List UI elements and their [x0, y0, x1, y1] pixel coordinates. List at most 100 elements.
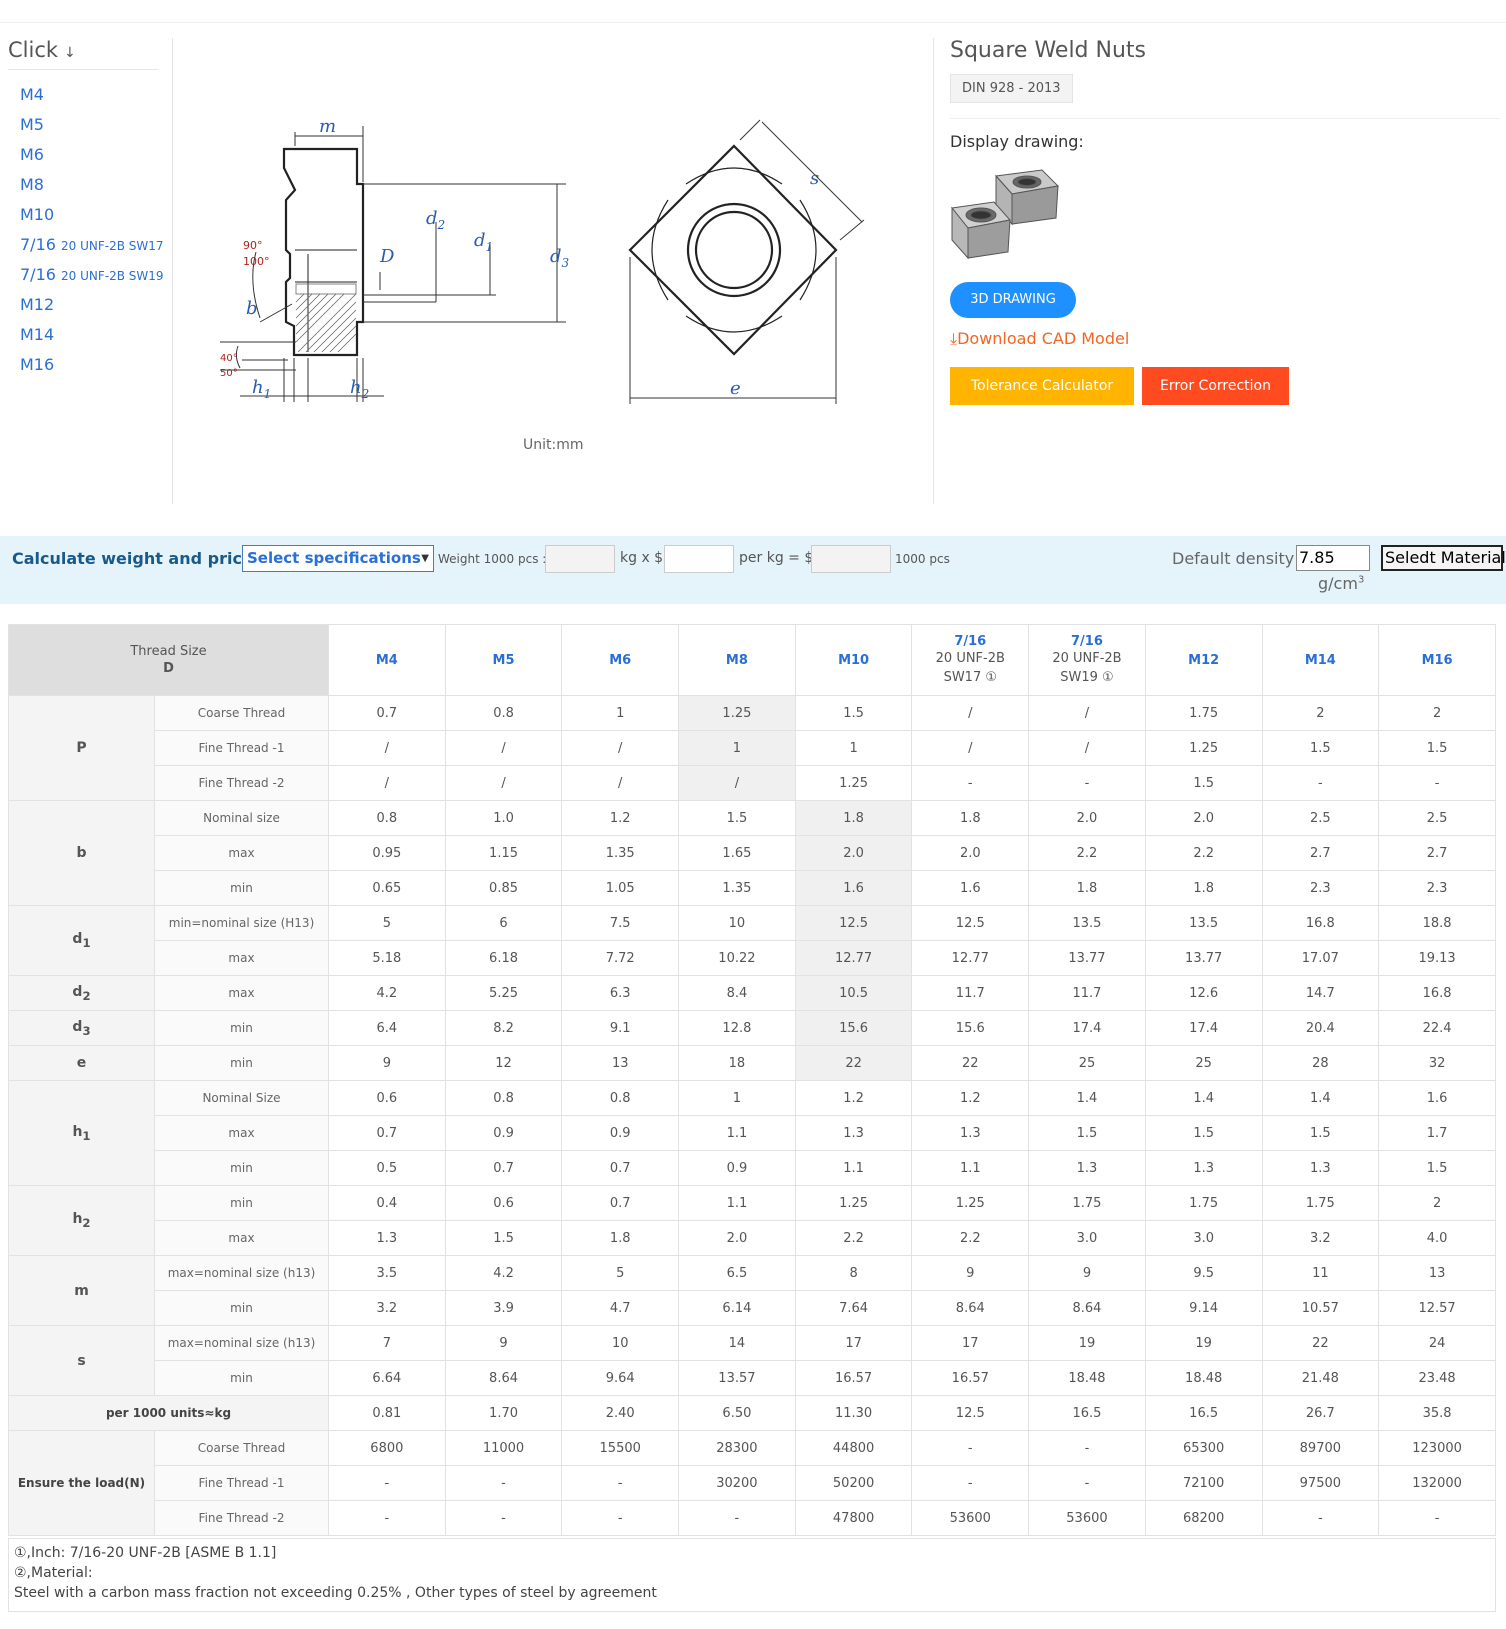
product-title: Square Weld Nuts	[950, 38, 1147, 63]
value-cell: 1.5	[1378, 730, 1496, 766]
value-cell: -	[678, 1500, 796, 1536]
row-label: Fine Thread -2	[154, 1500, 329, 1536]
value-cell: 3.2	[328, 1290, 446, 1326]
value-cell: 7.72	[561, 940, 680, 976]
value-cell: 1.8	[1144, 870, 1263, 906]
row-label: min	[154, 1360, 329, 1396]
column-header: M4	[328, 624, 446, 696]
value-cell: 1.5	[794, 695, 913, 731]
value-cell: 0.6	[328, 1080, 446, 1116]
row-label: min=nominal size (H13)	[154, 905, 329, 941]
parameter-label: d	[72, 983, 83, 1000]
value-cell: 123000	[1378, 1430, 1496, 1466]
value-cell: 12.57	[1378, 1290, 1496, 1326]
value-cell: 11.30	[794, 1395, 913, 1431]
value-cell: 16.57	[911, 1360, 1030, 1396]
value-cell: 14.7	[1261, 975, 1380, 1011]
parameter-subscript: 2	[82, 1215, 91, 1230]
value-cell: 0.8	[328, 800, 446, 836]
sidebar-item-size[interactable]: M6	[8, 140, 158, 170]
row-label: max	[154, 975, 329, 1011]
select-material-button[interactable]: Seledt Material	[1381, 545, 1506, 571]
specification-select[interactable]: Select specifications ▼	[242, 545, 434, 572]
calculator-title: Calculate weight and price.	[12, 549, 259, 568]
row-label: max=nominal size (h13)	[154, 1255, 329, 1291]
weight-input[interactable]	[545, 545, 615, 573]
total-price-input[interactable]	[811, 545, 891, 573]
value-cell: 1.7	[1378, 1115, 1496, 1151]
value-cell: 132000	[1378, 1465, 1496, 1501]
weld-nut-image[interactable]	[950, 168, 1060, 264]
value-cell: 13.5	[1028, 905, 1146, 941]
value-cell: 2	[1378, 695, 1496, 731]
value-cell: 18.48	[1028, 1360, 1146, 1396]
value-cell: 0.6	[444, 1185, 563, 1221]
table-row: min 3.2 3.9 4.7 6.14 7.64 8.64 8.64 9.14 10.57 12.…	[9, 1290, 1496, 1326]
value-cell: 1.2	[561, 800, 680, 836]
parameter-subscript: 3	[82, 1023, 91, 1038]
value-cell: 89700	[1261, 1430, 1380, 1466]
value-cell: 1.3	[911, 1115, 1030, 1151]
kg-label: kg x $	[620, 550, 664, 566]
value-cell: 0.7	[444, 1150, 563, 1186]
value-cell: 10	[561, 1325, 680, 1361]
label-d2: d2	[426, 208, 445, 232]
value-cell: -	[444, 1500, 563, 1536]
download-cad-link[interactable]: ⤓Download CAD Model	[950, 329, 1129, 349]
column-header-sublabel: SW17 ①	[943, 669, 997, 685]
row-label: Nominal Size	[154, 1080, 329, 1116]
tolerance-calculator-button[interactable]: Tolerance Calculator	[950, 367, 1134, 405]
sidebar-item-size[interactable]: M8	[8, 170, 158, 200]
value-cell: 1.75	[1261, 1185, 1380, 1221]
value-cell: 9	[1028, 1255, 1146, 1291]
label-h1-main: h	[252, 377, 264, 398]
value-cell: 1.65	[678, 835, 796, 871]
value-cell: 6.3	[561, 975, 680, 1011]
value-cell: 1.5	[1144, 765, 1263, 801]
value-cell: 6.5	[678, 1255, 796, 1291]
column-header: 7/16 20 UNF-2B SW19 ①	[1028, 624, 1146, 696]
density-input[interactable]: 7.85	[1296, 545, 1370, 571]
value-cell: 18	[678, 1045, 796, 1081]
value-cell: 65300	[1144, 1430, 1263, 1466]
sidebar-item-size[interactable]: M14	[8, 320, 158, 350]
value-cell: 9.1	[561, 1010, 680, 1046]
3d-drawing-button[interactable]: 3D DRAWING	[950, 282, 1076, 318]
sidebar-item-size[interactable]: M16	[8, 350, 158, 380]
sidebar-item-size[interactable]: 7/16 20 UNF-2B SW19	[8, 260, 164, 290]
parameter-label: h	[72, 1211, 83, 1228]
value-cell: 7.5	[561, 905, 680, 941]
sidebar-item-size[interactable]: M4	[8, 80, 158, 110]
value-cell: 15.6	[794, 1010, 913, 1046]
sidebar-item-size[interactable]: 7/16 20 UNF-2B SW17	[8, 230, 164, 260]
column-header-label: M10	[838, 652, 870, 668]
error-correction-button[interactable]: Error Correction	[1142, 367, 1289, 405]
value-cell: -	[328, 1500, 446, 1536]
value-cell: 2.5	[1378, 800, 1496, 836]
note-line: ②,Material:	[14, 1565, 93, 1581]
value-cell: 1.3	[1144, 1150, 1263, 1186]
value-cell: 2.0	[1144, 800, 1263, 836]
column-header-label: M4	[375, 652, 398, 668]
value-cell: 6.14	[678, 1290, 796, 1326]
value-cell: 1.1	[678, 1115, 796, 1151]
value-cell: 12.6	[1144, 975, 1263, 1011]
value-cell: 1.8	[794, 800, 913, 836]
table-row: h2 min 0.4 0.6 0.7 1.1 1.25 1.25 1.75 1.75 1.75 2	[8, 1185, 1496, 1256]
table-row: Fine Thread -2// //1.25- -1.5- -	[9, 765, 1496, 801]
table-row: per 1000 units≈kg 0.81 1.70 2.40 6.50 11.30 12…	[8, 1395, 1496, 1431]
table-row: max 0.95 1.15 1.35 1.65 2.0 2.0 2.2 2.2 2.7 2.7	[9, 835, 1496, 871]
label-b: b	[246, 298, 258, 319]
sidebar-item-size[interactable]: M5	[8, 110, 158, 140]
value-cell: 2.0	[1028, 800, 1146, 836]
table-row: Fine Thread -1///1 1//1.25 1.5 1.5	[9, 730, 1496, 766]
price-per-kg-input[interactable]	[664, 545, 734, 573]
value-cell: 11	[1261, 1255, 1380, 1291]
sidebar-item-size[interactable]: M10	[8, 200, 158, 230]
sidebar-item-size[interactable]: M12	[8, 290, 158, 320]
size-list: M4 M5 M6 M8 M10 7/16 20 UNF-2B SW17 7/16 20 UN…	[8, 80, 164, 380]
value-cell: 47800	[794, 1500, 913, 1536]
value-cell: 1	[794, 730, 913, 766]
value-cell: 1.5	[1028, 1115, 1146, 1151]
value-cell: -	[1261, 1500, 1380, 1536]
